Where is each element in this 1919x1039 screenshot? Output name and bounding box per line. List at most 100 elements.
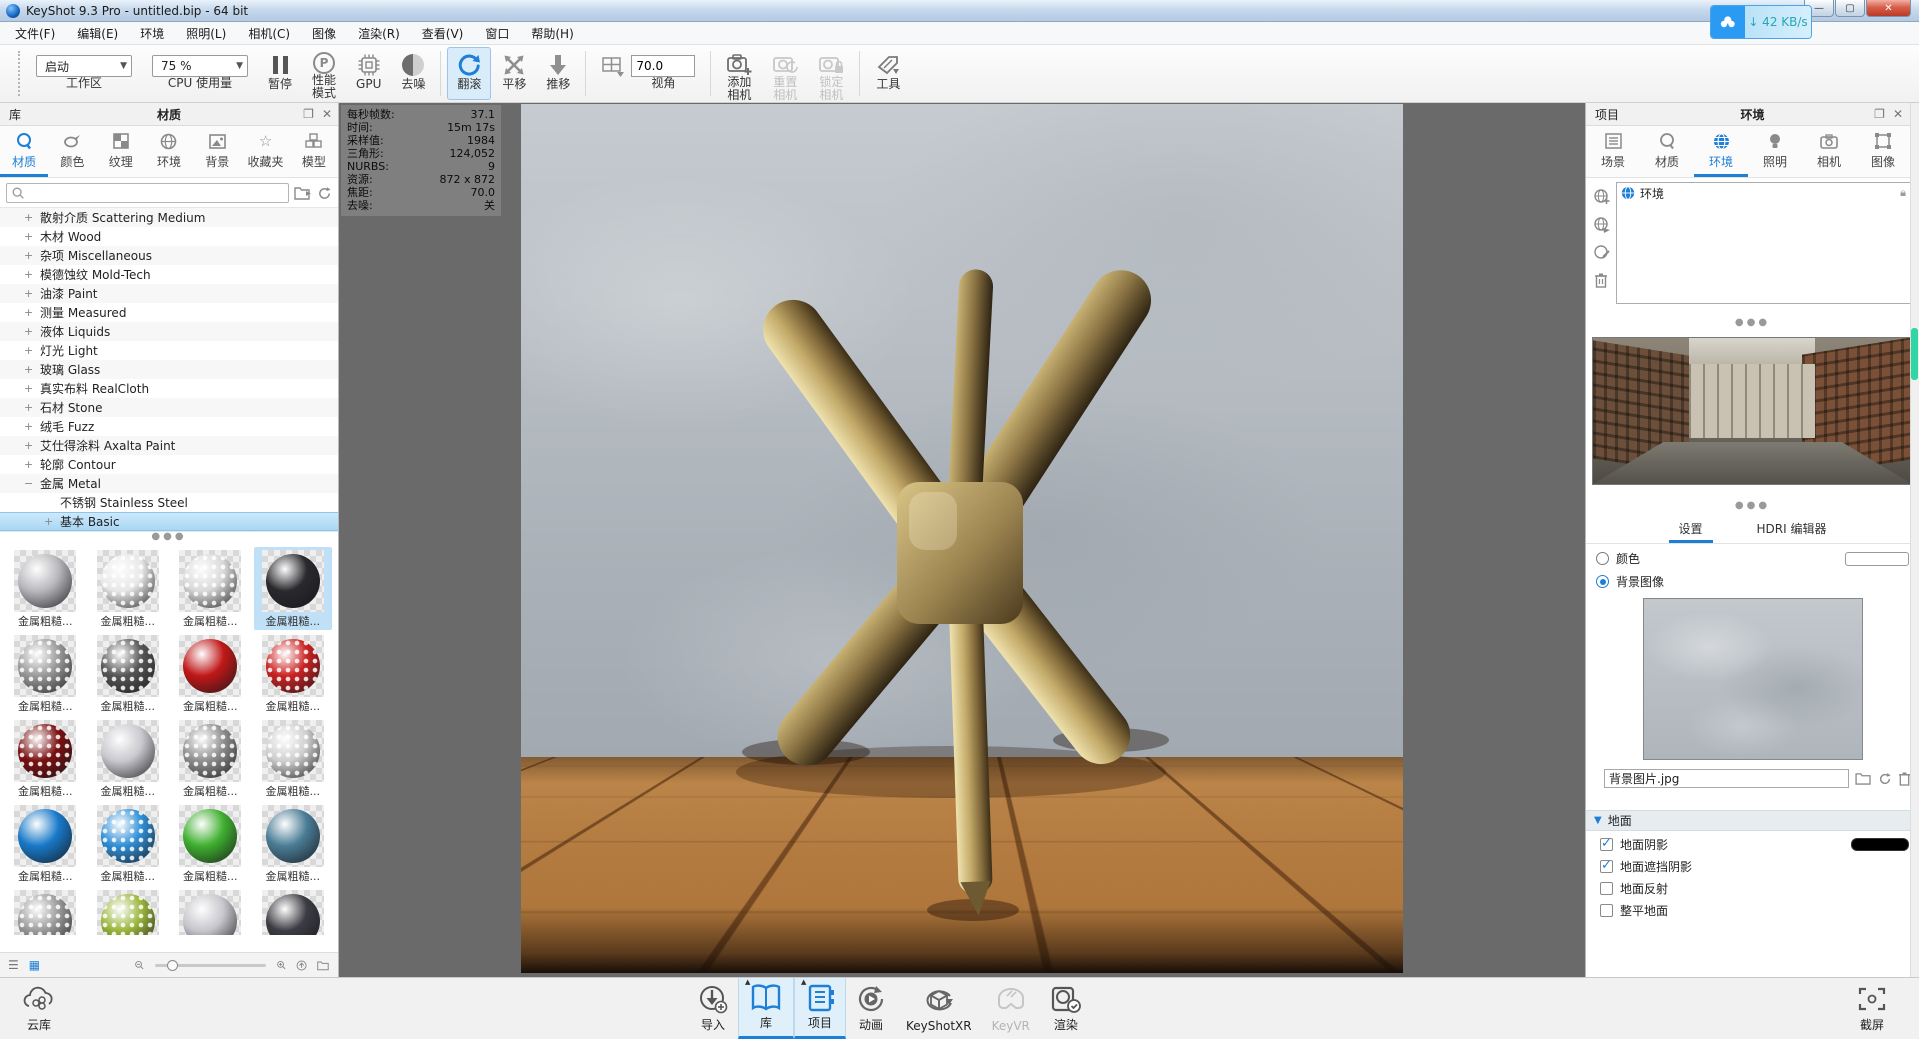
- material-thumbnail[interactable]: 金属粗糙...: [6, 802, 85, 885]
- refresh-icon[interactable]: [1878, 772, 1892, 786]
- background-file-input[interactable]: [1604, 769, 1849, 788]
- material-thumbnail[interactable]: 金属粗糙...: [89, 887, 168, 935]
- menu-file[interactable]: 文件(F): [4, 22, 66, 45]
- edit-environment-icon[interactable]: [1593, 244, 1610, 261]
- material-thumbnail[interactable]: 金属粗糙...: [89, 632, 168, 715]
- expander[interactable]: +: [24, 249, 40, 262]
- browse-folder-icon[interactable]: [1855, 772, 1872, 785]
- tree-item[interactable]: +艾仕得涂料 Axalta Paint: [0, 436, 338, 455]
- zoom-in-icon[interactable]: [276, 958, 286, 972]
- material-thumbnail[interactable]: 金属粗糙...: [171, 632, 250, 715]
- background-image-radio[interactable]: [1596, 575, 1609, 588]
- material-thumbnail[interactable]: 金属粗糙...: [89, 717, 168, 800]
- gpu-button[interactable]: GPU: [347, 47, 390, 100]
- slider-knob[interactable]: [167, 960, 178, 971]
- material-thumbnail[interactable]: 金属粗糙...: [254, 547, 333, 630]
- tab-textures[interactable]: 纹理: [97, 126, 145, 177]
- dock-screenshot[interactable]: 截屏: [1847, 978, 1897, 1038]
- tab-camera[interactable]: 相机: [1802, 126, 1856, 177]
- expander[interactable]: +: [24, 458, 40, 471]
- tree-item[interactable]: +杂项 Miscellaneous: [0, 246, 338, 265]
- expander[interactable]: +: [24, 382, 40, 395]
- list-view-icon[interactable]: ☰: [8, 958, 19, 972]
- add-camera-button[interactable]: 添加 相机: [717, 47, 761, 100]
- tab-colors[interactable]: 颜色: [48, 126, 96, 177]
- expander[interactable]: +: [24, 211, 40, 224]
- environment-list-item[interactable]: 环境 🔒︎: [1617, 183, 1910, 203]
- refresh-icon[interactable]: [317, 186, 332, 201]
- tree-item[interactable]: +油漆 Paint: [0, 284, 338, 303]
- menu-image[interactable]: 图像: [301, 22, 347, 45]
- tree-item[interactable]: +石材 Stone: [0, 398, 338, 417]
- dock-keyshotxr[interactable]: KeyShotXR: [896, 978, 982, 1038]
- expander[interactable]: +: [24, 439, 40, 452]
- close-panel-icon[interactable]: ✕: [322, 107, 332, 121]
- splitter-handle[interactable]: ●●●: [1586, 318, 1919, 329]
- ground-shadow-color-swatch[interactable]: [1851, 838, 1909, 851]
- material-thumbnail[interactable]: 金属粗糙...: [254, 717, 333, 800]
- expander[interactable]: +: [44, 515, 60, 528]
- scrollbar-thumb[interactable]: [1911, 328, 1918, 380]
- lock-camera-button[interactable]: 锁定 相机: [809, 47, 853, 100]
- material-thumbnail[interactable]: 金属粗糙...: [6, 717, 85, 800]
- tree-item[interactable]: +轮廓 Contour: [0, 455, 338, 474]
- tree-item[interactable]: +木材 Wood: [0, 227, 338, 246]
- tree-item[interactable]: +玻璃 Glass: [0, 360, 338, 379]
- workspace-select[interactable]: 启动▼: [36, 55, 132, 77]
- search-input[interactable]: [25, 186, 284, 200]
- flatten-ground-checkbox[interactable]: [1600, 904, 1613, 917]
- tab-environments[interactable]: 环境: [145, 126, 193, 177]
- tab-environment[interactable]: 环境: [1694, 126, 1748, 177]
- menu-view[interactable]: 查看(V): [411, 22, 475, 45]
- menu-help[interactable]: 帮助(H): [520, 22, 584, 45]
- tab-favorites[interactable]: ☆ 收藏夹: [241, 126, 289, 177]
- reset-camera-button[interactable]: 重置 相机: [763, 47, 807, 100]
- menu-environment[interactable]: 环境: [129, 22, 175, 45]
- folder-icon[interactable]: [317, 959, 330, 972]
- menu-edit[interactable]: 编辑(E): [66, 22, 129, 45]
- upload-material-icon[interactable]: [296, 958, 307, 973]
- tree-item[interactable]: +灯光 Light: [0, 341, 338, 360]
- maximize-button[interactable]: ▢: [1835, 0, 1865, 17]
- dock-import[interactable]: 导入: [688, 978, 738, 1038]
- cpu-usage-select[interactable]: 75 %▼: [152, 55, 248, 77]
- toolbar-grip[interactable]: [18, 51, 22, 96]
- denoise-button[interactable]: 去噪: [392, 47, 434, 100]
- duplicate-environment-icon[interactable]: [1593, 216, 1610, 233]
- expander[interactable]: −: [24, 477, 40, 490]
- material-thumbnail[interactable]: 金属粗糙...: [171, 717, 250, 800]
- dolly-tool-button[interactable]: 推移: [537, 47, 579, 100]
- expander[interactable]: +: [24, 401, 40, 414]
- tree-item[interactable]: +液体 Liquids: [0, 322, 338, 341]
- splitter-handle[interactable]: ●●●: [1586, 501, 1919, 512]
- fov-input[interactable]: [631, 55, 695, 77]
- tree-item[interactable]: +散射介质 Scattering Medium: [0, 208, 338, 227]
- material-thumbnail[interactable]: 金属粗糙...: [6, 547, 85, 630]
- render-metal-jack-object[interactable]: [521, 104, 1403, 973]
- material-thumbnail[interactable]: 金属粗糙...: [89, 802, 168, 885]
- expander[interactable]: +: [24, 344, 40, 357]
- material-thumbnail[interactable]: 金属粗糙...: [171, 802, 250, 885]
- dock-animation[interactable]: 动画: [846, 978, 896, 1038]
- add-environment-icon[interactable]: [1593, 188, 1610, 205]
- pause-button[interactable]: 暂停: [259, 47, 301, 100]
- tools-button[interactable]: 工具: [866, 47, 910, 100]
- pan-tool-button[interactable]: 平移: [493, 47, 535, 100]
- search-box[interactable]: [6, 183, 289, 203]
- tab-materials[interactable]: 材质: [0, 126, 48, 177]
- background-image-preview[interactable]: [1643, 598, 1863, 760]
- zoom-out-icon[interactable]: [134, 958, 144, 972]
- dock-render[interactable]: 渲染: [1040, 978, 1092, 1038]
- close-button[interactable]: ✕: [1866, 0, 1911, 17]
- tab-models[interactable]: 模型: [290, 126, 338, 177]
- material-thumbnail[interactable]: 金属粗糙...: [6, 632, 85, 715]
- tab-material[interactable]: 材质: [1640, 126, 1694, 177]
- thumbnail-size-slider[interactable]: [155, 964, 266, 967]
- subtab-hdri-editor[interactable]: HDRI 编辑器: [1747, 516, 1837, 543]
- expander[interactable]: +: [24, 306, 40, 319]
- background-color-swatch[interactable]: [1845, 552, 1909, 566]
- dock-cloud-library[interactable]: 云库: [12, 978, 66, 1038]
- expander[interactable]: +: [24, 325, 40, 338]
- color-radio[interactable]: [1596, 552, 1609, 565]
- menu-camera[interactable]: 相机(C): [237, 22, 301, 45]
